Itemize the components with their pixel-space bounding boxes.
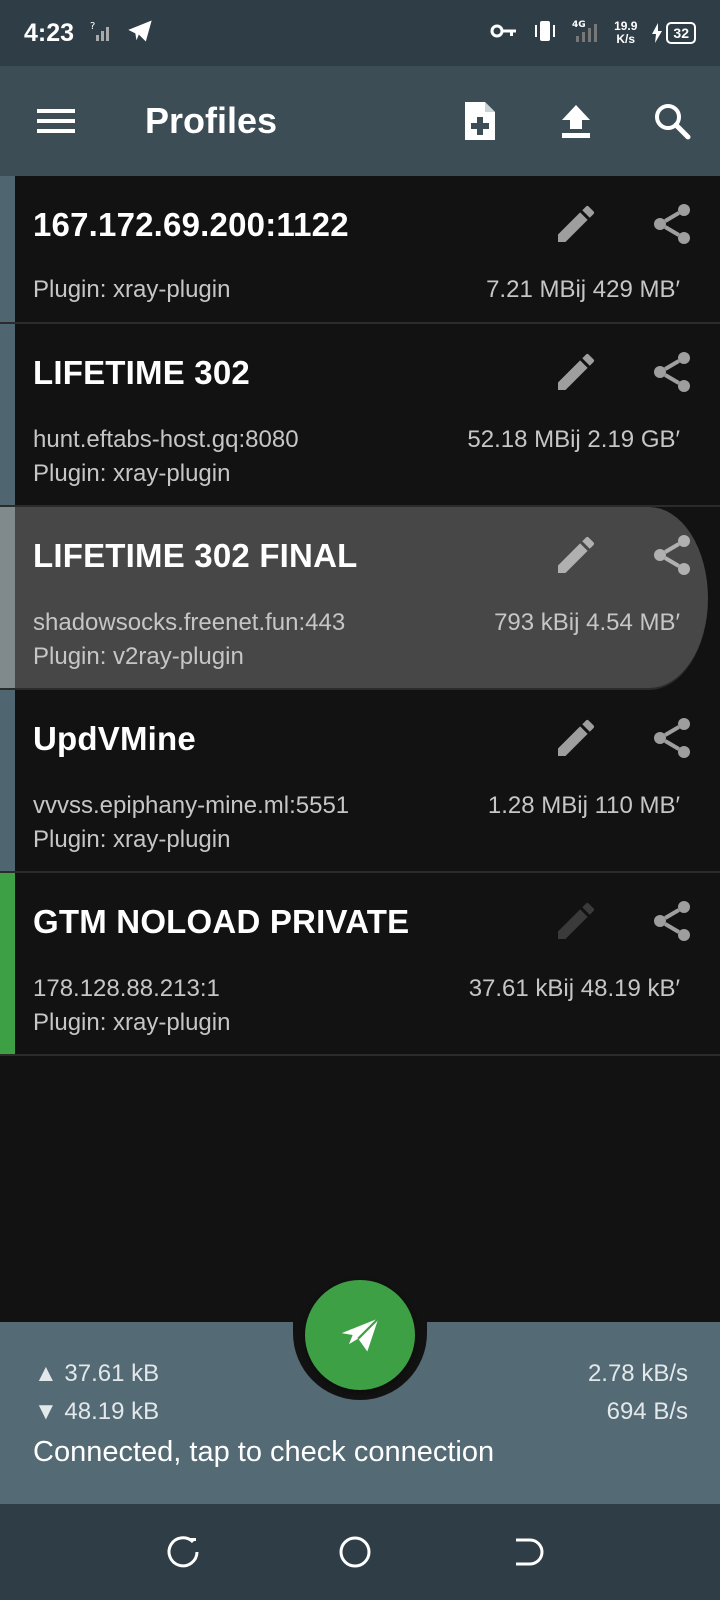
profile-host: 178.128.88.213:1	[33, 975, 220, 1002]
edit-icon[interactable]	[552, 531, 600, 579]
connect-toggle-button[interactable]	[305, 1280, 415, 1390]
edit-icon[interactable]	[552, 714, 600, 762]
profile-traffic: 7.21 MBij 429 MB′	[486, 276, 680, 303]
profile-host: vvvss.epiphany-mine.ml:5551	[33, 792, 350, 819]
home-nav-icon[interactable]	[335, 1532, 375, 1572]
battery-indicator: 32	[651, 22, 696, 44]
profile-status-bar	[0, 176, 15, 322]
profile-plugin: Plugin: xray-plugin	[33, 826, 231, 853]
net-speed: 19.9 K/s	[614, 20, 637, 46]
menu-icon[interactable]	[31, 96, 81, 146]
profile-host: shadowsocks.freenet.fun:443	[33, 609, 346, 636]
status-bar: 4:23 ? 4G 19.9 K/s 32	[0, 0, 720, 66]
profile-item[interactable]: LIFETIME 302 hunt.eftabs-host.gq:8080 Pl…	[0, 324, 720, 507]
search-icon[interactable]	[647, 96, 697, 146]
share-icon[interactable]	[648, 531, 696, 579]
connection-status-text[interactable]: Connected, tap to check connection	[33, 1436, 494, 1469]
share-icon[interactable]	[648, 897, 696, 945]
upload-total: ▲ 37.61 kB	[34, 1360, 160, 1387]
upload-rate: 2.78 kB/s	[587, 1360, 688, 1387]
vpn-key-icon	[490, 21, 518, 46]
vibrate-icon	[532, 19, 558, 48]
profile-title: LIFETIME 302	[33, 354, 250, 391]
profile-item[interactable]: GTM NOLOAD PRIVATE 178.128.88.213:1 Plug…	[0, 873, 720, 1056]
profile-host: hunt.eftabs-host.gq:8080	[33, 426, 299, 453]
cellular-signal-icon: 4G	[572, 18, 600, 49]
profile-plugin: Plugin: xray-plugin	[33, 1009, 231, 1036]
profile-traffic: 37.61 kBij 48.19 kB′	[468, 975, 680, 1002]
add-profile-icon[interactable]	[455, 96, 505, 146]
import-upload-icon[interactable]	[551, 96, 601, 146]
paper-plane-icon	[341, 1317, 380, 1352]
system-nav-bar	[0, 1504, 720, 1600]
profile-status-bar	[0, 690, 15, 871]
profile-plugin: Plugin: xray-plugin	[33, 460, 231, 487]
charging-bolt-icon	[652, 23, 663, 43]
profile-item[interactable]: 167.172.69.200:1122 Plugin: xray-plugin …	[0, 176, 720, 324]
network-type-label: 4G	[572, 20, 586, 30]
profile-plugin: Plugin: xray-plugin	[33, 276, 231, 303]
profile-status-bar	[0, 324, 15, 505]
app-bar: Profiles	[0, 66, 720, 176]
profile-title: 167.172.69.200:1122	[33, 206, 349, 243]
recents-nav-icon[interactable]	[163, 1532, 203, 1572]
share-icon[interactable]	[648, 200, 696, 248]
profile-list: 167.172.69.200:1122 Plugin: xray-plugin …	[0, 176, 720, 1056]
profile-status-bar	[0, 873, 15, 1054]
download-total: ▼ 48.19 kB	[34, 1398, 160, 1425]
net-speed-unit: K/s	[616, 32, 636, 46]
net-speed-value: 19.9	[614, 19, 638, 33]
share-icon[interactable]	[648, 714, 696, 762]
profile-item[interactable]: LIFETIME 302 FINAL shadowsocks.freenet.f…	[0, 507, 708, 690]
battery-level: 32	[666, 22, 696, 44]
profile-title: UpdVMine	[33, 720, 196, 757]
signal-unknown-icon: ?	[88, 19, 112, 48]
share-icon[interactable]	[648, 348, 696, 396]
profile-status-bar	[0, 507, 15, 688]
back-nav-icon[interactable]	[508, 1532, 548, 1572]
edit-icon[interactable]	[552, 200, 600, 248]
telegram-notification-icon	[126, 17, 154, 50]
status-time: 4:23	[24, 18, 75, 47]
edit-icon[interactable]	[552, 348, 600, 396]
profile-plugin: Plugin: v2ray-plugin	[33, 643, 244, 670]
svg-text:?: ?	[90, 21, 95, 32]
profile-title: GTM NOLOAD PRIVATE	[33, 903, 410, 940]
profile-traffic: 793 kBij 4.54 MB′	[494, 609, 680, 636]
page-title: Profiles	[145, 100, 278, 141]
profile-title: LIFETIME 302 FINAL	[33, 537, 358, 574]
edit-icon-disabled	[552, 897, 600, 945]
download-rate: 694 B/s	[606, 1398, 688, 1425]
profile-item[interactable]: UpdVMine vvvss.epiphany-mine.ml:5551 Plu…	[0, 690, 720, 873]
profile-traffic: 52.18 MBij 2.19 GB′	[467, 426, 680, 453]
profile-traffic: 1.28 MBij 110 MB′	[487, 792, 680, 819]
